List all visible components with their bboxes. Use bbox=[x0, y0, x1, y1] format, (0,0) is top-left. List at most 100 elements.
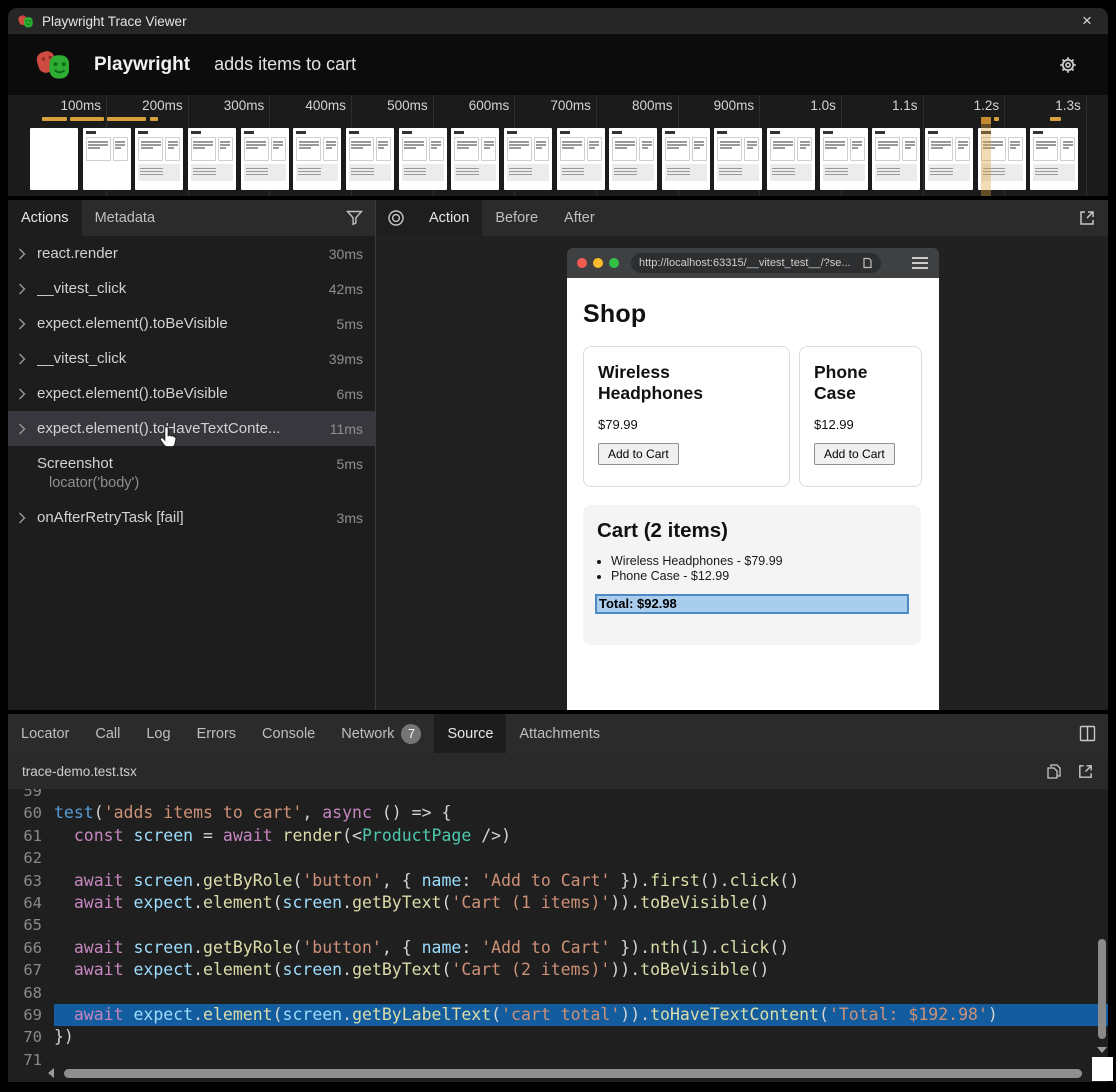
tab-attachments[interactable]: Attachments bbox=[506, 714, 613, 753]
mini-line bbox=[115, 147, 121, 149]
mini-shop-title bbox=[138, 131, 148, 134]
timeline-thumbnail[interactable] bbox=[346, 128, 394, 190]
settings-gear-icon[interactable] bbox=[1056, 53, 1080, 77]
timeline-thumbnail[interactable] bbox=[925, 128, 973, 190]
action-row--vitest-click[interactable]: __vitest_click39ms bbox=[8, 341, 375, 376]
chevron-right-icon[interactable] bbox=[18, 248, 34, 260]
mini-line bbox=[457, 141, 477, 143]
chevron-right-icon[interactable] bbox=[18, 512, 34, 524]
filter-icon[interactable] bbox=[346, 200, 375, 236]
timeline-thumbnail[interactable] bbox=[135, 128, 183, 190]
line-number: 59 bbox=[8, 789, 54, 802]
mini-line bbox=[720, 141, 740, 143]
open-external-icon[interactable] bbox=[1078, 200, 1108, 236]
split-view-icon[interactable] bbox=[1079, 714, 1108, 753]
open-source-external-icon[interactable] bbox=[1077, 763, 1094, 780]
tab-errors[interactable]: Errors bbox=[184, 714, 249, 753]
code-line-69[interactable]: 69 await expect.element(screen.getByLabe… bbox=[8, 1004, 1108, 1026]
tab-actions[interactable]: Actions bbox=[8, 200, 82, 236]
code-line-68: 68 bbox=[8, 982, 1108, 1004]
timeline-thumbnail[interactable] bbox=[872, 128, 920, 190]
action-row-expect-element-tobevisible[interactable]: expect.element().toBeVisible6ms bbox=[8, 376, 375, 411]
mini-line bbox=[484, 144, 494, 146]
action-row-onafterretrytask-fail-[interactable]: onAfterRetryTask [fail]3ms bbox=[8, 500, 375, 535]
timeline-thumbnail[interactable] bbox=[241, 128, 289, 190]
chevron-right-icon[interactable] bbox=[18, 353, 34, 365]
tab-log[interactable]: Log bbox=[133, 714, 183, 753]
menu-icon[interactable] bbox=[911, 256, 929, 270]
tab-before[interactable]: Before bbox=[482, 200, 551, 236]
mini-line bbox=[536, 144, 546, 146]
add-to-cart-button[interactable]: Add to Cart bbox=[598, 443, 679, 465]
mini-line bbox=[642, 144, 652, 146]
timeline-tick-label: 400ms bbox=[276, 98, 346, 113]
address-bar[interactable]: http://localhost:63315/__vitest_test__/?… bbox=[631, 253, 881, 273]
mini-shop-title bbox=[612, 131, 622, 134]
timeline-thumbnail[interactable] bbox=[451, 128, 499, 190]
mini-card bbox=[165, 137, 180, 161]
action-row-expect-element-tohavetextconte-[interactable]: expect.element().toHaveTextConte...11ms bbox=[8, 411, 375, 446]
mini-line bbox=[773, 141, 793, 143]
tab-call[interactable]: Call bbox=[82, 714, 133, 753]
mini-line bbox=[1036, 144, 1056, 146]
timeline-thumbnail[interactable] bbox=[30, 128, 78, 190]
action-row-expect-element-tobevisible[interactable]: expect.element().toBeVisible5ms bbox=[8, 306, 375, 341]
timeline-thumbnail[interactable] bbox=[188, 128, 236, 190]
mini-card bbox=[717, 137, 742, 161]
tab-label: Console bbox=[262, 726, 315, 742]
tab-source[interactable]: Source bbox=[434, 714, 506, 753]
horizontal-scrollbar-thumb[interactable] bbox=[64, 1069, 1082, 1078]
mini-line bbox=[825, 168, 848, 170]
action-duration: 39ms bbox=[329, 351, 363, 367]
chevron-right-icon[interactable] bbox=[18, 423, 34, 435]
horizontal-scrollbar[interactable] bbox=[48, 1066, 1090, 1080]
mini-cards bbox=[560, 137, 602, 161]
timeline-thumbnail[interactable] bbox=[609, 128, 657, 190]
scroll-down-arrow-icon[interactable] bbox=[1097, 1047, 1107, 1053]
mini-line bbox=[246, 174, 269, 176]
chevron-right-icon[interactable] bbox=[18, 388, 34, 400]
timeline-thumbnail[interactable] bbox=[293, 128, 341, 190]
tab-after[interactable]: After bbox=[551, 200, 608, 236]
copy-source-icon[interactable] bbox=[1046, 763, 1063, 780]
tab-locator[interactable]: Locator bbox=[8, 714, 82, 753]
tab-action[interactable]: Action bbox=[416, 200, 482, 236]
close-icon[interactable]: × bbox=[1076, 10, 1098, 32]
tab-metadata[interactable]: Metadata bbox=[82, 200, 168, 236]
scroll-left-arrow-icon[interactable] bbox=[48, 1068, 54, 1078]
action-row--vitest-click[interactable]: __vitest_click42ms bbox=[8, 271, 375, 306]
mini-line bbox=[719, 171, 742, 173]
action-label: Screenshot bbox=[37, 455, 113, 472]
action-row-react-render[interactable]: react.render30ms bbox=[8, 236, 375, 271]
tab-network[interactable]: Network7 bbox=[328, 714, 434, 753]
add-to-cart-button[interactable]: Add to Cart bbox=[814, 443, 895, 465]
timeline-thumbnail[interactable] bbox=[820, 128, 868, 190]
chevron-right-icon[interactable] bbox=[18, 318, 34, 330]
timeline-thumbnail[interactable] bbox=[1030, 128, 1078, 190]
mini-cart bbox=[138, 164, 180, 181]
timeline-thumbnail[interactable] bbox=[767, 128, 815, 190]
timeline-thumbnail[interactable] bbox=[557, 128, 605, 190]
actions-tab-strip: ActionsMetadata bbox=[8, 200, 375, 236]
mini-line bbox=[667, 144, 687, 146]
actions-panel: ActionsMetadata react.render30ms__vitest… bbox=[8, 200, 375, 710]
mini-line bbox=[1035, 174, 1058, 176]
vertical-scrollbar-thumb[interactable] bbox=[1098, 939, 1106, 1039]
pick-locator-target-icon[interactable] bbox=[376, 200, 416, 236]
mini-line bbox=[88, 141, 108, 143]
timeline-thumbnail[interactable] bbox=[83, 128, 131, 190]
timeline[interactable]: 100ms200ms300ms400ms500ms600ms700ms800ms… bbox=[8, 95, 1108, 196]
mini-shop-title bbox=[191, 131, 201, 134]
chevron-right-icon[interactable] bbox=[18, 283, 34, 295]
vertical-scrollbar[interactable] bbox=[1096, 789, 1108, 1057]
mini-shop-title bbox=[823, 131, 833, 134]
action-duration: 3ms bbox=[337, 510, 363, 526]
tab-console[interactable]: Console bbox=[249, 714, 328, 753]
mini-line bbox=[878, 147, 890, 149]
timeline-thumbnail[interactable] bbox=[662, 128, 710, 190]
timeline-thumbnail[interactable] bbox=[714, 128, 762, 190]
copy-url-icon[interactable] bbox=[861, 257, 873, 270]
source-code-editor[interactable]: 5960test('adds items to cart', async () … bbox=[8, 789, 1108, 1082]
timeline-thumbnail[interactable] bbox=[399, 128, 447, 190]
timeline-thumbnail[interactable] bbox=[504, 128, 552, 190]
